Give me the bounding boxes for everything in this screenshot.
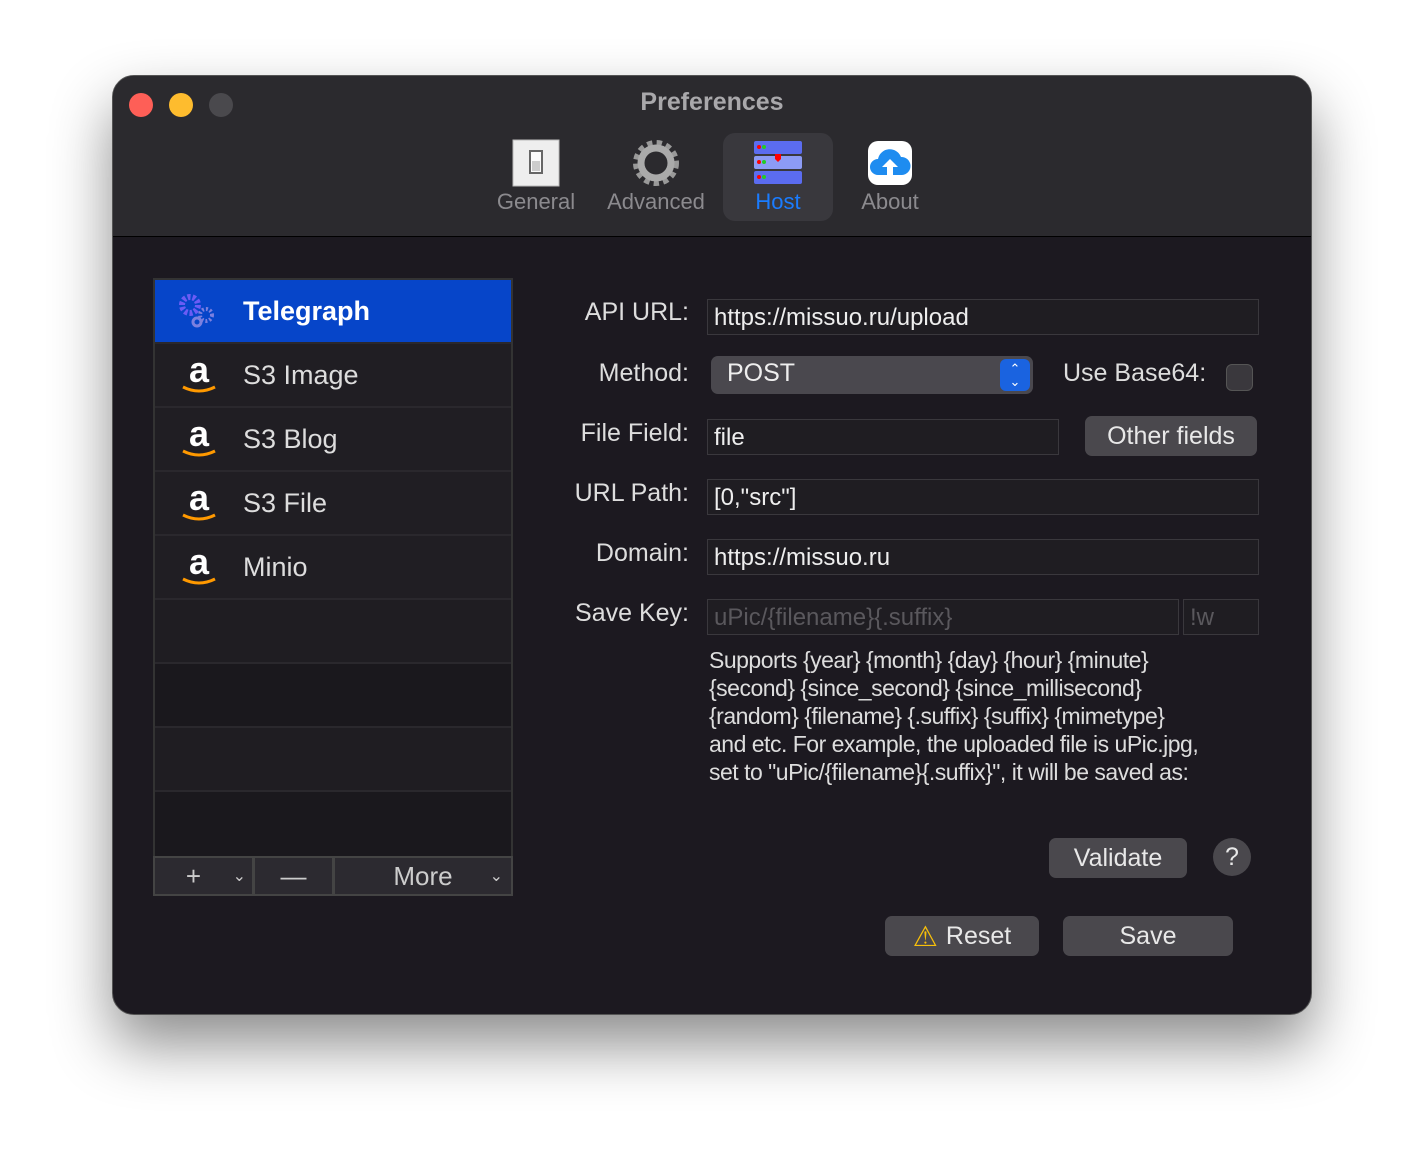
window-title: Preferences bbox=[640, 88, 784, 116]
plus-icon: + bbox=[185, 860, 202, 891]
list-item-s3-image[interactable]: a S3 Image bbox=[155, 344, 511, 408]
api-url-label: API URL: bbox=[584, 298, 689, 326]
tab-label: About bbox=[861, 189, 919, 214]
other-fields-button[interactable]: Other fields bbox=[1085, 416, 1257, 456]
tab-about[interactable]: About bbox=[845, 133, 935, 221]
svg-text:a: a bbox=[189, 354, 210, 390]
more-label: More bbox=[393, 860, 453, 891]
list-actions: + ⌄ — More ⌄ bbox=[153, 856, 513, 896]
reset-label: Reset bbox=[945, 921, 1012, 950]
list-item-s3-blog[interactable]: a S3 Blog bbox=[155, 408, 511, 472]
help-line: {random} {filename} {.suffix} {suffix} {… bbox=[709, 703, 1165, 729]
help-line: {second} {since_second} {since_milliseco… bbox=[709, 675, 1142, 701]
warning-icon: ⚠ bbox=[912, 920, 938, 952]
preferences-window: Preferences General Advanced Host About … bbox=[112, 75, 1312, 1015]
tab-label: Advanced bbox=[607, 189, 705, 214]
tab-label: General bbox=[496, 189, 576, 214]
empty-row bbox=[155, 664, 511, 728]
svg-text:a: a bbox=[189, 418, 210, 454]
list-item-minio[interactable]: a Minio bbox=[155, 536, 511, 600]
list-item-label: S3 File bbox=[243, 487, 328, 518]
host-list: Telegraph a S3 Image a S3 Blog a S3 File a M… bbox=[153, 278, 513, 858]
switch-icon bbox=[512, 139, 560, 187]
url-path-input[interactable]: [0,"src"] bbox=[707, 479, 1259, 515]
list-item-telegraph[interactable]: Telegraph bbox=[155, 280, 511, 344]
domain-input[interactable]: https://missuo.ru bbox=[707, 539, 1259, 575]
amazon-icon: a bbox=[155, 482, 243, 524]
chevron-down-icon: ⌄ bbox=[489, 868, 503, 885]
remove-button[interactable]: — bbox=[255, 858, 335, 894]
tab-general[interactable]: General bbox=[491, 133, 581, 221]
tab-label: Host bbox=[755, 189, 801, 214]
save-key-input[interactable]: uPic/{filename}{.suffix} bbox=[707, 599, 1179, 635]
tab-advanced[interactable]: Advanced bbox=[601, 133, 711, 221]
add-button[interactable]: + ⌄ bbox=[155, 858, 255, 894]
svg-text:a: a bbox=[189, 546, 210, 582]
server-icon bbox=[754, 141, 802, 184]
save-button[interactable]: Save bbox=[1063, 916, 1233, 956]
api-url-input[interactable]: https://missuo.ru/upload bbox=[707, 299, 1259, 335]
list-item-label: Minio bbox=[243, 551, 308, 582]
minus-icon: — bbox=[280, 860, 307, 891]
gears-icon bbox=[155, 293, 243, 329]
help-line: Supports {year} {month} {day} {hour} {mi… bbox=[709, 647, 1149, 673]
gear-icon bbox=[633, 140, 679, 186]
tab-host[interactable]: Host bbox=[723, 133, 833, 221]
method-select[interactable]: POST ⌃ ⌄ bbox=[711, 356, 1033, 394]
list-item-s3-file[interactable]: a S3 File bbox=[155, 472, 511, 536]
validate-button[interactable]: Validate bbox=[1049, 838, 1187, 878]
save-key-label: Save Key: bbox=[575, 599, 689, 627]
url-path-label: URL Path: bbox=[574, 479, 689, 507]
chevron-down-icon: ⌄ bbox=[232, 868, 246, 885]
file-field-label: File Field: bbox=[580, 419, 689, 447]
file-field-input[interactable]: file bbox=[707, 419, 1059, 455]
method-value: POST bbox=[727, 359, 796, 387]
empty-row bbox=[155, 728, 511, 792]
save-key-suffix-input[interactable]: !w bbox=[1183, 599, 1259, 635]
amazon-icon: a bbox=[155, 546, 243, 588]
save-key-help: Supports {year} {month} {day} {hour} {mi… bbox=[709, 646, 1199, 786]
use-base64-checkbox[interactable] bbox=[1226, 364, 1253, 391]
updown-chevron-icon: ⌃ ⌄ bbox=[1000, 359, 1030, 391]
method-label: Method: bbox=[598, 359, 689, 387]
help-button[interactable]: ? bbox=[1213, 838, 1251, 876]
list-item-label: S3 Blog bbox=[243, 423, 338, 454]
svg-text:a: a bbox=[189, 482, 210, 518]
amazon-icon: a bbox=[155, 418, 243, 460]
list-item-label: S3 Image bbox=[243, 359, 359, 390]
cloud-upload-icon bbox=[868, 141, 912, 185]
domain-label: Domain: bbox=[595, 539, 689, 567]
help-line: set to "uPic/{filename}{.suffix}", it wi… bbox=[709, 759, 1189, 785]
amazon-icon: a bbox=[155, 354, 243, 396]
help-line: and etc. For example, the uploaded file … bbox=[709, 731, 1199, 757]
reset-button[interactable]: ⚠ Reset bbox=[885, 916, 1039, 956]
empty-row bbox=[155, 600, 511, 664]
more-button[interactable]: More ⌄ bbox=[335, 858, 511, 894]
toolbar: Preferences General Advanced Host About bbox=[113, 76, 1311, 237]
use-base64-label: Use Base64: bbox=[1063, 359, 1207, 387]
list-item-label: Telegraph bbox=[243, 295, 371, 326]
